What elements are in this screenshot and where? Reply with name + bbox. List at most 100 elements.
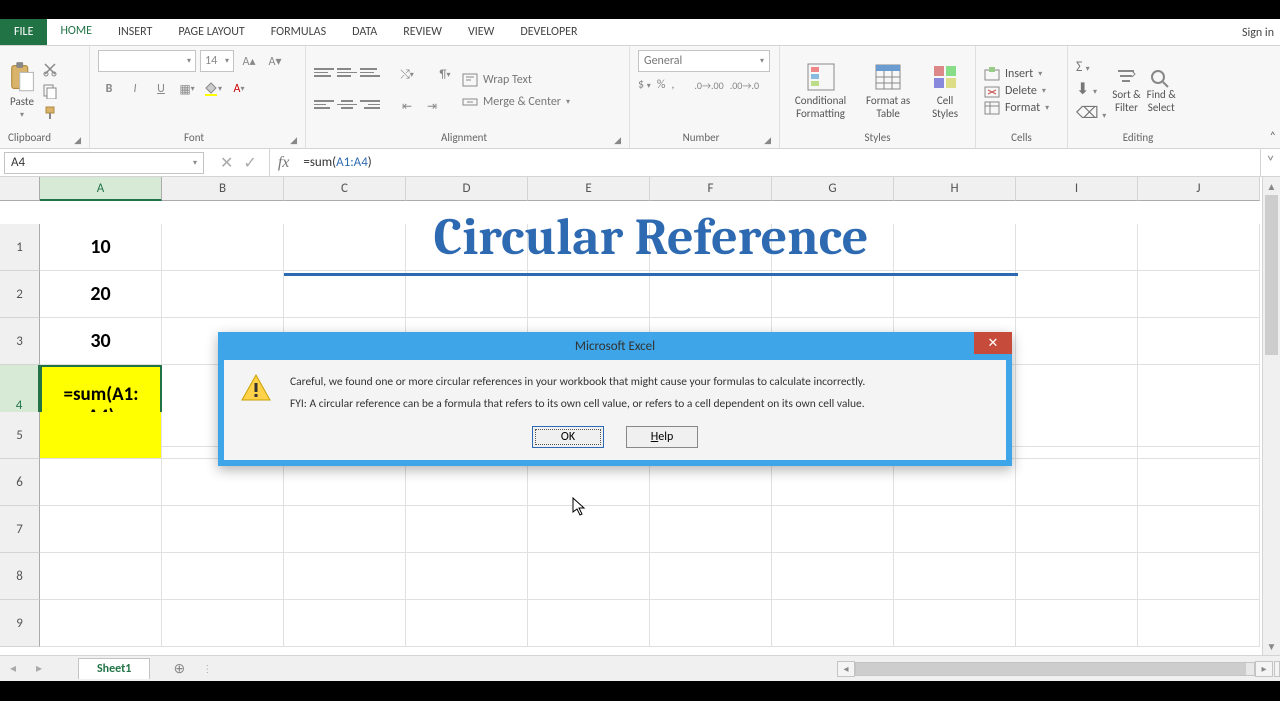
tab-data[interactable]: DATA xyxy=(339,19,390,45)
scroll-down-icon[interactable]: ▼ xyxy=(1263,637,1280,655)
col-header-B[interactable]: B xyxy=(162,177,284,201)
font-color-button[interactable]: A▾ xyxy=(228,78,250,100)
cell[interactable] xyxy=(528,459,650,506)
cell[interactable] xyxy=(406,459,528,506)
tab-home[interactable]: HOME xyxy=(47,19,105,45)
format-as-table-button[interactable]: Format as Table xyxy=(866,62,910,120)
delete-cells-button[interactable]: Delete ▾ xyxy=(984,84,1049,98)
cell[interactable] xyxy=(162,600,284,647)
expand-formula-bar-icon[interactable]: ˅ xyxy=(1260,149,1280,176)
collapse-ribbon-icon[interactable]: ˄ xyxy=(1270,130,1276,144)
cell[interactable] xyxy=(528,506,650,553)
cell[interactable] xyxy=(162,553,284,600)
cell[interactable] xyxy=(1138,600,1260,647)
cell[interactable] xyxy=(40,553,162,600)
orientation-icon[interactable]: ⤭▾ xyxy=(396,64,418,86)
new-sheet-icon[interactable]: ⊕ xyxy=(166,660,192,677)
cell[interactable] xyxy=(650,271,772,318)
row-header-2[interactable]: 2 xyxy=(0,271,40,318)
row-header-5[interactable]: 5 xyxy=(0,412,40,459)
italic-button[interactable]: I xyxy=(124,78,146,100)
wrap-direction-icon[interactable]: ¶▾ xyxy=(434,64,456,86)
cell[interactable] xyxy=(40,600,162,647)
row-header-7[interactable]: 7 xyxy=(0,506,40,553)
cell[interactable] xyxy=(284,600,406,647)
row-header-6[interactable]: 6 xyxy=(0,459,40,506)
autosum-button[interactable]: Σ ▾ xyxy=(1076,58,1106,75)
font-name-dropdown[interactable]: ▾ xyxy=(98,50,196,72)
tab-file[interactable]: FILE xyxy=(0,19,47,45)
comma-format-icon[interactable]: , xyxy=(671,78,674,92)
cell[interactable] xyxy=(772,459,894,506)
dialog-launcher-icon[interactable]: ◢ xyxy=(614,135,621,146)
col-header-A[interactable]: A xyxy=(40,177,162,201)
col-header-I[interactable]: I xyxy=(1016,177,1138,201)
cell[interactable] xyxy=(162,271,284,318)
split-handle[interactable] xyxy=(1274,661,1280,677)
cancel-formula-icon[interactable]: ✕ xyxy=(220,153,233,173)
col-header-C[interactable]: C xyxy=(284,177,406,201)
row-header-3[interactable]: 3 xyxy=(0,318,40,365)
align-top-icon[interactable] xyxy=(314,64,334,82)
tab-insert[interactable]: INSERT xyxy=(105,19,165,45)
cell[interactable] xyxy=(772,506,894,553)
col-header-F[interactable]: F xyxy=(650,177,772,201)
cell[interactable] xyxy=(1016,600,1138,647)
number-format-dropdown[interactable]: General▾ xyxy=(638,50,770,72)
cell[interactable] xyxy=(528,271,650,318)
scroll-track[interactable] xyxy=(1263,195,1280,637)
clear-button[interactable]: ⌫ ▾ xyxy=(1076,103,1106,123)
wrap-text-button[interactable]: Wrap Text xyxy=(462,73,570,87)
cell[interactable] xyxy=(162,506,284,553)
cell[interactable] xyxy=(40,506,162,553)
sort-filter-button[interactable]: Sort & Filter xyxy=(1112,68,1140,114)
scroll-thumb[interactable] xyxy=(856,663,1246,675)
cell[interactable] xyxy=(162,459,284,506)
row-header-1[interactable]: 1 xyxy=(0,224,40,271)
border-button[interactable]: ▦▾ xyxy=(176,78,198,100)
cell[interactable] xyxy=(772,271,894,318)
cell[interactable] xyxy=(772,553,894,600)
col-header-G[interactable]: G xyxy=(772,177,894,201)
cell[interactable] xyxy=(894,271,1016,318)
cell-styles-button[interactable]: Cell Styles xyxy=(930,62,960,120)
col-header-E[interactable]: E xyxy=(528,177,650,201)
col-header-D[interactable]: D xyxy=(406,177,528,201)
cut-icon[interactable] xyxy=(42,61,58,77)
cell[interactable] xyxy=(528,553,650,600)
underline-button[interactable]: U xyxy=(150,78,172,100)
cell[interactable] xyxy=(1016,412,1138,459)
cell-A1[interactable]: 10 xyxy=(40,224,162,271)
cell[interactable] xyxy=(284,459,406,506)
dialog-help-button[interactable]: Help xyxy=(626,426,698,448)
cell[interactable] xyxy=(162,224,284,271)
cell[interactable] xyxy=(406,271,528,318)
increase-decimal-icon[interactable]: .0→.00 xyxy=(694,79,723,92)
cell[interactable] xyxy=(1138,318,1260,365)
enter-formula-icon[interactable]: ✓ xyxy=(243,153,256,173)
cell[interactable] xyxy=(650,506,772,553)
align-left-icon[interactable] xyxy=(314,96,334,114)
sheet-tab-sheet1[interactable]: Sheet1 xyxy=(78,658,150,679)
percent-format-icon[interactable]: % xyxy=(657,78,666,92)
tab-view[interactable]: VIEW xyxy=(455,19,507,45)
paste-button[interactable]: Paste ▾ xyxy=(8,61,36,120)
row-header-9[interactable]: 9 xyxy=(0,600,40,647)
accounting-format-icon[interactable]: $ ▾ xyxy=(638,78,651,92)
cell[interactable] xyxy=(1138,459,1260,506)
cell-A3[interactable]: 30 xyxy=(40,318,162,365)
cell[interactable] xyxy=(1138,412,1260,459)
sign-in-link[interactable]: Sign in xyxy=(1242,19,1274,46)
sheet-nav-next-icon[interactable]: ▸ xyxy=(26,661,52,676)
bold-button[interactable]: B xyxy=(98,78,120,100)
cell[interactable] xyxy=(1016,459,1138,506)
cell[interactable] xyxy=(650,600,772,647)
cell[interactable] xyxy=(894,459,1016,506)
cell[interactable] xyxy=(650,459,772,506)
cell[interactable] xyxy=(284,506,406,553)
select-all-corner[interactable] xyxy=(0,177,40,201)
cell[interactable] xyxy=(650,553,772,600)
cell[interactable] xyxy=(40,459,162,506)
cell[interactable] xyxy=(284,271,406,318)
dialog-launcher-icon[interactable]: ◢ xyxy=(290,135,297,146)
